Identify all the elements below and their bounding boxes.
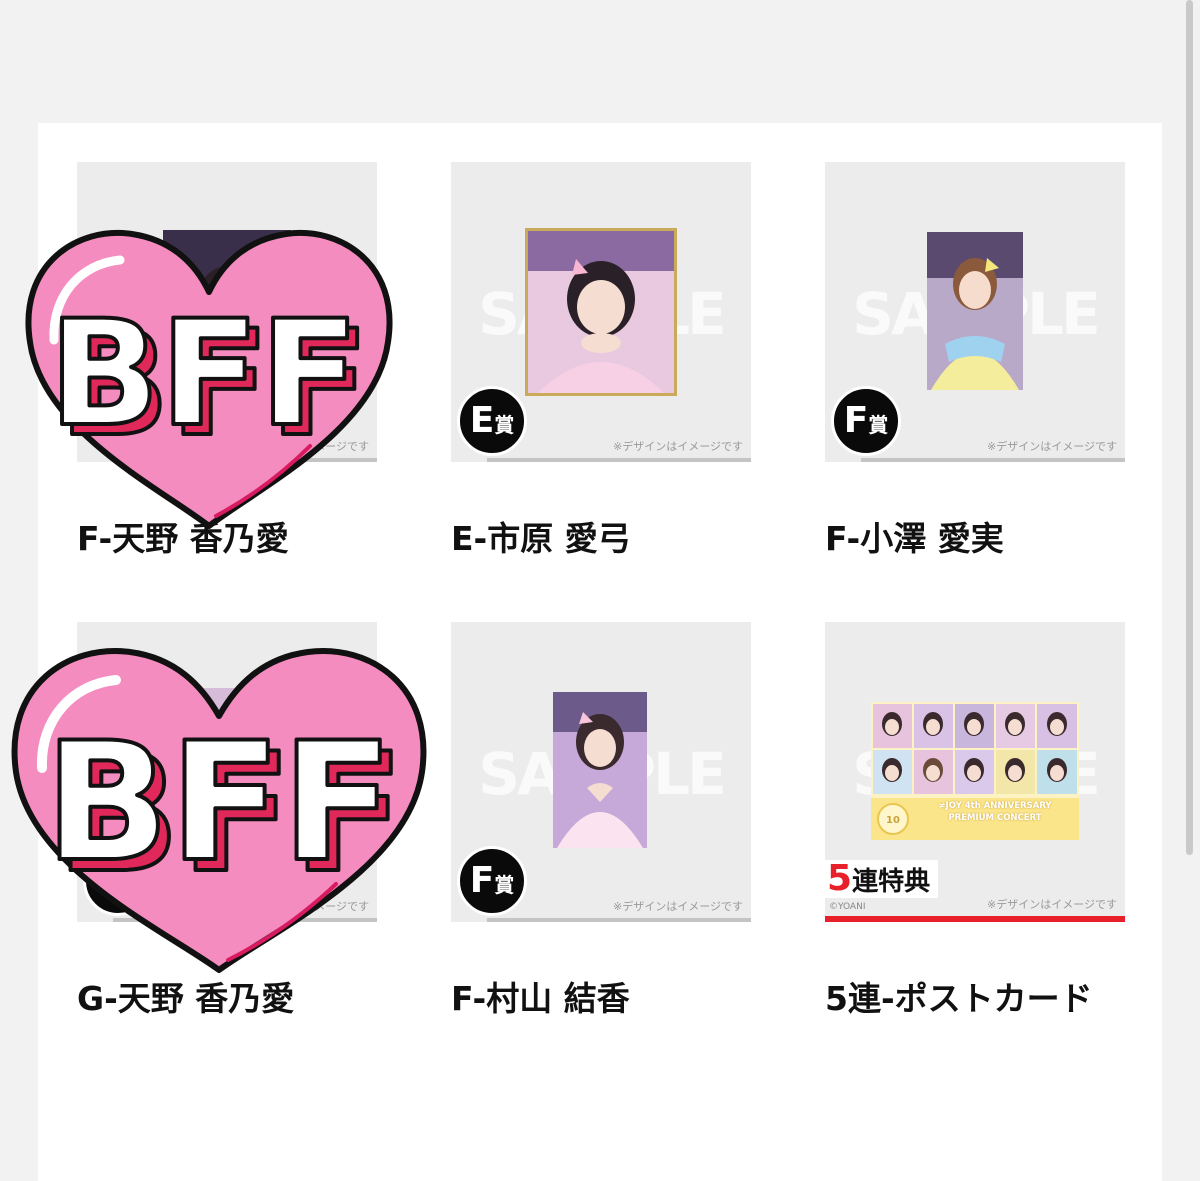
member-photo xyxy=(553,692,647,848)
product-card[interactable]: SAMPLE 10 ≠J xyxy=(825,622,1125,1018)
product-thumbnail[interactable]: SAMPLE ※デザインはイメージです E賞 xyxy=(451,162,751,462)
product-title[interactable]: F-村山 結香 xyxy=(451,972,630,1020)
scrollbar[interactable] xyxy=(1186,0,1193,855)
product-card[interactable]: SAMPLE ※デザインはイメージです E賞 E-市原 愛弓 xyxy=(451,162,751,558)
bff-heart-sticker: BFF BFF xyxy=(6,630,432,980)
product-card[interactable]: SAMPLE ※デザインはイメージです F賞 F-小澤 愛実 xyxy=(825,162,1125,558)
bff-heart-sticker: BFF BFF xyxy=(20,212,398,534)
product-thumbnail[interactable]: SAMPLE ※デザインはイメージです F賞 xyxy=(825,162,1125,462)
product-card[interactable]: SAMPLE ※デザインはイメージです F賞 F-村山 結香 xyxy=(451,622,751,1018)
postcard-banner-line: ≠JOY 4th ANNIVERSARY xyxy=(938,801,1052,811)
copyright: ©YOANI xyxy=(829,902,866,912)
prize-badge: F賞 xyxy=(831,386,901,456)
bff-text: BFF xyxy=(49,289,360,459)
bottom-strip xyxy=(487,918,751,922)
design-note: ※デザインはイメージです xyxy=(987,898,1117,911)
svg-text:10: 10 xyxy=(886,815,900,826)
product-thumbnail[interactable]: SAMPLE ※デザインはイメージです F賞 xyxy=(451,622,751,922)
product-title[interactable]: F-小澤 愛実 xyxy=(825,512,1004,560)
prize-badge: F賞 xyxy=(457,846,527,916)
bonus-label: 5連特典 xyxy=(825,860,939,898)
member-photo xyxy=(525,228,677,396)
postcard-banner-line: PREMIUM CONCERT xyxy=(948,813,1042,823)
product-thumbnail[interactable]: SAMPLE 10 ≠J xyxy=(825,622,1125,922)
design-note: ※デザインはイメージです xyxy=(987,440,1117,453)
member-photo xyxy=(927,232,1023,390)
bonus-red-line xyxy=(825,916,1125,922)
design-note: ※デザインはイメージです xyxy=(613,900,743,913)
bottom-strip xyxy=(861,458,1125,462)
product-title[interactable]: 5連-ポストカード xyxy=(825,972,1093,1020)
bottom-strip xyxy=(487,458,751,462)
product-title[interactable]: E-市原 愛弓 xyxy=(451,512,631,560)
postcard-image: 10 ≠JOY 4th ANNIVERSARY PREMIUM CONCERT xyxy=(871,702,1079,840)
prize-badge: E賞 xyxy=(457,386,527,456)
bff-text: BFF xyxy=(44,707,393,898)
design-note: ※デザインはイメージです xyxy=(613,440,743,453)
